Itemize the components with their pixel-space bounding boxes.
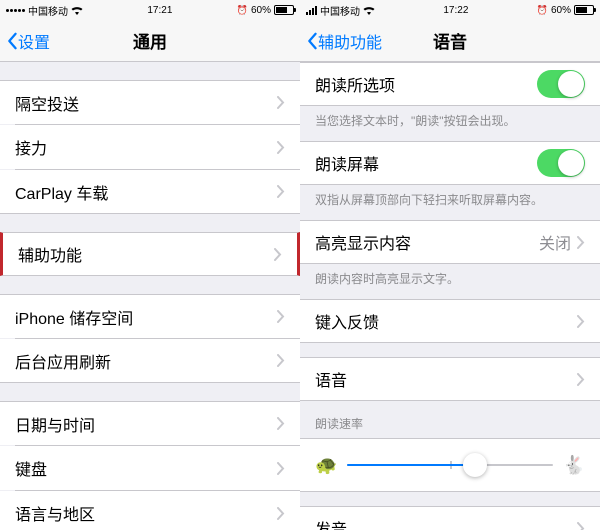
row-background-refresh[interactable]: 后台应用刷新 [0,339,300,383]
cell-label: 接力 [15,135,277,159]
row-keyboard[interactable]: 键盘 [0,446,300,490]
row-storage[interactable]: iPhone 储存空间 [0,294,300,338]
cell-label: 键入反馈 [315,309,577,333]
nav-bar: 辅助功能 语音 [300,20,600,62]
signal-icon [306,6,317,15]
nav-bar: 设置 通用 [0,20,300,62]
cell-label: 语言与地区 [15,501,277,525]
chevron-right-icon [577,373,585,386]
row-pronunciation[interactable]: 发音 [300,506,600,530]
carrier-label: 中国移动 [320,3,360,18]
row-highlight-content[interactable]: 高亮显示内容 关闭 [300,220,600,264]
wifi-icon [363,6,375,15]
chevron-right-icon [277,96,285,109]
row-speak-screen: 朗读屏幕 [300,141,600,185]
alarm-icon [237,5,248,16]
chevron-right-icon [277,141,285,154]
cell-value: 关闭 [539,230,571,254]
carrier-label: 中国移动 [28,3,68,18]
footer-note: 朗读内容时高亮显示文字。 [300,264,600,287]
phone-left: 中国移动 17:21 60% 设置 通用 隔空投送 接力 CarPlay 车载 … [0,0,300,530]
cell-label: 语音 [315,367,577,391]
cell-label: 键盘 [15,456,277,480]
toggle-speak-selection[interactable] [537,70,585,98]
cell-label: 高亮显示内容 [315,230,539,254]
signal-icon [6,9,25,12]
row-carplay[interactable]: CarPlay 车载 [0,170,300,214]
back-button[interactable]: 设置 [6,29,50,53]
chevron-right-icon [277,310,285,323]
section-header-rate: 朗读速率 [300,401,600,438]
battery-icon [574,5,594,15]
row-accessibility[interactable]: 辅助功能 [0,232,300,276]
page-title: 语音 [433,28,467,53]
row-language-region[interactable]: 语言与地区 [0,491,300,530]
cell-label: iPhone 储存空间 [15,305,277,329]
status-bar: 中国移动 17:22 60% [300,0,600,20]
chevron-right-icon [277,354,285,367]
page-title: 通用 [133,28,167,53]
rabbit-icon: 🐇 [563,455,585,476]
wifi-icon [71,6,83,15]
footer-note: 当您选择文本时，"朗读"按钮会出现。 [300,106,600,129]
time-label: 17:21 [147,5,172,16]
battery-pct: 60% [251,5,271,16]
phone-right: 中国移动 17:22 60% 辅助功能 语音 朗读所选项 当您选择文本时，"朗读… [300,0,600,530]
cell-label: 发音 [315,516,577,530]
chevron-left-icon [306,32,318,50]
chevron-right-icon [277,417,285,430]
status-bar: 中国移动 17:21 60% [0,0,300,20]
back-button[interactable]: 辅助功能 [306,29,382,53]
rate-slider[interactable] [347,464,552,466]
chevron-right-icon [577,236,585,249]
turtle-icon: 🐢 [315,455,337,476]
row-datetime[interactable]: 日期与时间 [0,401,300,445]
chevron-left-icon [6,32,18,50]
row-voice[interactable]: 语音 [300,357,600,401]
chevron-right-icon [277,185,285,198]
alarm-icon [537,5,548,16]
chevron-right-icon [274,248,282,261]
cell-label: 朗读屏幕 [315,151,537,175]
row-speaking-rate: 🐢 🐇 [300,438,600,492]
back-label: 辅助功能 [318,29,382,53]
row-speak-selection: 朗读所选项 [300,62,600,106]
row-airdrop[interactable]: 隔空投送 [0,80,300,124]
row-handoff[interactable]: 接力 [0,125,300,169]
time-label: 17:22 [443,5,468,16]
chevron-right-icon [277,507,285,520]
cell-label: 后台应用刷新 [15,349,277,373]
cell-label: 隔空投送 [15,91,277,115]
cell-label: 辅助功能 [18,242,274,266]
chevron-right-icon [277,462,285,475]
cell-label: 日期与时间 [15,412,277,436]
content-scroll[interactable]: 隔空投送 接力 CarPlay 车载 辅助功能 iPhone 储存空间 后台应用… [0,62,300,530]
row-typing-feedback[interactable]: 键入反馈 [300,299,600,343]
chevron-right-icon [577,315,585,328]
slider-thumb[interactable] [463,453,487,477]
battery-pct: 60% [551,5,571,16]
back-label: 设置 [18,29,50,53]
battery-icon [274,5,294,15]
content-scroll[interactable]: 朗读所选项 当您选择文本时，"朗读"按钮会出现。 朗读屏幕 双指从屏幕顶部向下轻… [300,62,600,530]
toggle-speak-screen[interactable] [537,149,585,177]
chevron-right-icon [577,522,585,530]
cell-label: 朗读所选项 [315,72,537,96]
cell-label: CarPlay 车载 [15,180,277,204]
footer-note: 双指从屏幕顶部向下轻扫来听取屏幕内容。 [300,185,600,208]
